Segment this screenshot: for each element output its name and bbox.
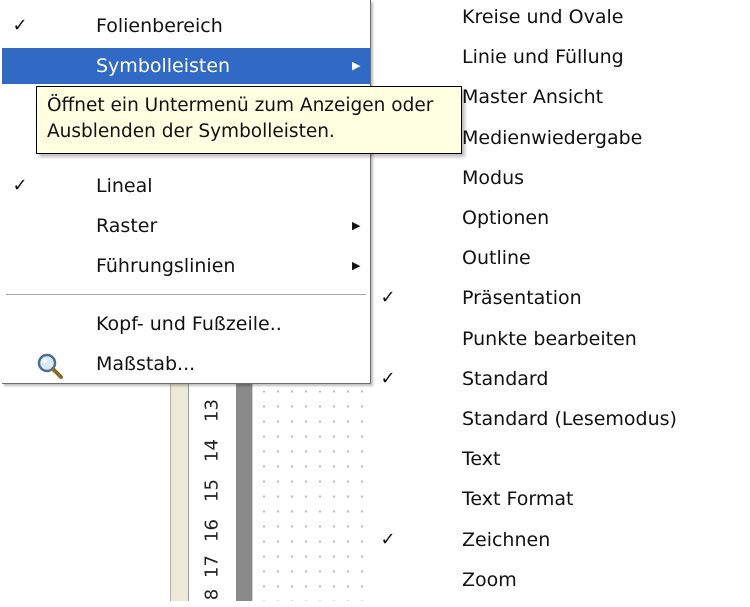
submenu-item-kreise-und-ovale[interactable]: Kreise und Ovale: [372, 0, 750, 40]
ruler-margin-bar: [236, 380, 252, 601]
submenu-item-label: Präsentation: [462, 287, 582, 310]
checkmark-icon: ✓: [380, 367, 396, 389]
menu-item-raster[interactable]: Raster ▶: [2, 208, 370, 244]
submenu-item-standard[interactable]: ✓ Standard: [372, 362, 750, 402]
submenu-item-outline[interactable]: Outline: [372, 241, 750, 281]
checkmark-icon: ✓: [12, 15, 28, 36]
submenu-item-präsentation[interactable]: ✓ Präsentation: [372, 281, 750, 321]
menu-item-label: Maßstab...: [96, 353, 196, 375]
checkmark-icon: ✓: [12, 175, 28, 196]
menu-item-label: Folienbereich: [96, 15, 223, 37]
submenu-item-label: Master Ansicht: [462, 86, 604, 109]
submenu-item-label: Standard (Lesemodus): [462, 408, 677, 430]
menu-item-label: Lineal: [96, 175, 153, 197]
ruler-number: 14: [201, 439, 223, 462]
view-context-menu: ✓ Folienbereich Symbolleisten ▶ ✓ Lineal Raste…: [2, 0, 371, 384]
submenu-item-linie-und-füllung[interactable]: Linie und Füllung: [372, 40, 750, 80]
submenu-item-zeichnen[interactable]: ✓ Zeichnen: [372, 523, 750, 563]
submenu-item-zoom[interactable]: Zoom: [372, 563, 750, 603]
submenu-item-label: Kreise und Ovale: [462, 6, 624, 28]
submenu-item-master-ansicht[interactable]: Master Ansicht: [372, 80, 750, 120]
submenu-item-label: Outline: [462, 247, 531, 270]
menu-item-kopf-und-fusszeile[interactable]: Kopf- und Fußzeile..: [2, 306, 370, 342]
submenu-item-label: Zoom: [462, 568, 517, 591]
submenu-item-label: Modus: [462, 166, 525, 189]
submenu-item-modus[interactable]: Modus: [372, 161, 750, 201]
submenu-item-label: Text: [462, 448, 501, 471]
submenu-arrow-icon: ▶: [352, 259, 361, 272]
ruler-number: 8: [201, 588, 223, 601]
menu-item-folienbereich[interactable]: ✓ Folienbereich: [2, 8, 370, 44]
submenu-item-label: Medienwiedergabe: [462, 126, 643, 149]
ruler-number: 16: [201, 519, 223, 542]
submenu-arrow-icon: ▶: [352, 59, 361, 72]
menu-item-label: Kopf- und Fußzeile..: [96, 313, 282, 335]
submenu-item-standard-lesemodus-[interactable]: Standard (Lesemodus): [372, 402, 750, 442]
submenu-item-label: Optionen: [462, 207, 550, 229]
menu-item-symbolleisten[interactable]: Symbolleisten ▶: [2, 48, 370, 84]
submenu-item-label: Standard: [462, 367, 549, 390]
submenu-item-label: Zeichnen: [462, 528, 551, 551]
submenu-item-punkte-bearbeiten[interactable]: Punkte bearbeiten: [372, 322, 750, 362]
menu-item-label: Symbolleisten: [96, 55, 231, 77]
magnifier-icon: [37, 353, 63, 379]
menu-item-label: Raster: [96, 215, 158, 237]
submenu-item-label: Punkte bearbeiten: [462, 327, 637, 350]
menu-separator: [6, 294, 366, 295]
submenu-item-label: Linie und Füllung: [462, 46, 624, 69]
menu-item-label: Führungslinien: [96, 255, 236, 277]
ruler-number: 17: [201, 555, 223, 578]
menu-item-lineal[interactable]: ✓ Lineal: [2, 168, 370, 204]
slide-page-grid: [252, 380, 371, 601]
ruler-number: 13: [201, 399, 223, 422]
submenu-item-medienwiedergabe[interactable]: Medienwiedergabe: [372, 121, 750, 161]
submenu-item-optionen[interactable]: Optionen: [372, 201, 750, 241]
checkmark-icon: ✓: [380, 287, 396, 309]
menu-item-fuehrungslinien[interactable]: Führungslinien ▶: [2, 248, 370, 284]
ruler-number: 15: [201, 479, 223, 502]
submenu-item-text[interactable]: Text: [372, 442, 750, 482]
submenu-item-text-format[interactable]: Text Format: [372, 482, 750, 522]
menu-item-massstab[interactable]: Maßstab...: [2, 346, 370, 382]
ruler-frame: [170, 380, 189, 601]
submenu-arrow-icon: ▶: [352, 219, 361, 232]
submenu-item-label: Text Format: [462, 488, 574, 511]
checkmark-icon: ✓: [380, 528, 396, 550]
